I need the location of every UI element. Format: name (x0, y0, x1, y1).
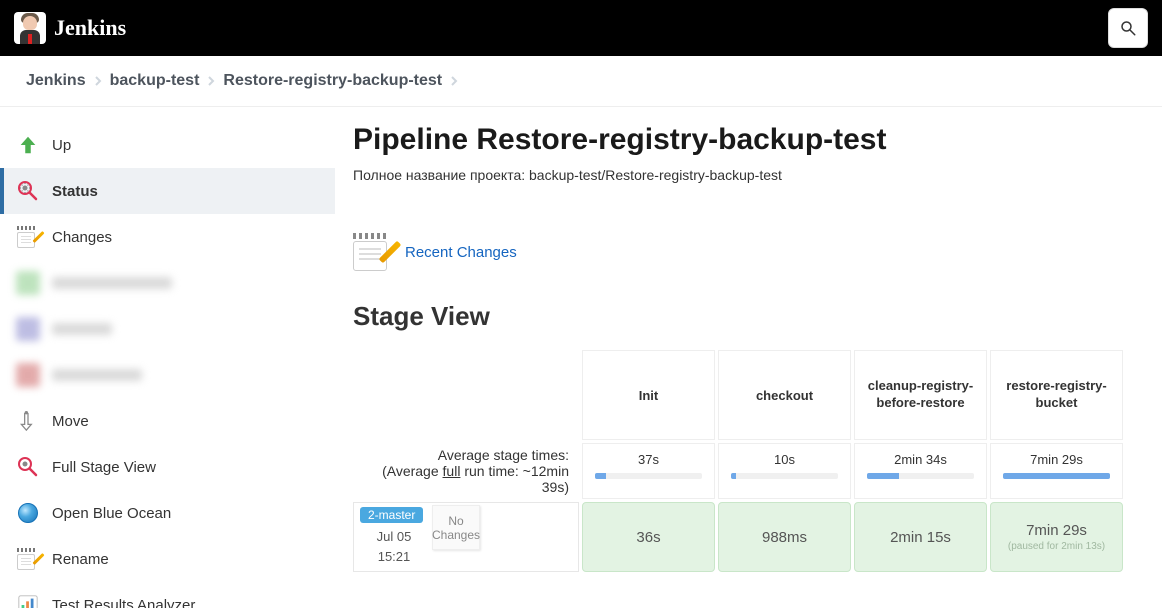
status-icon (16, 179, 40, 203)
build-time: 15:21 (364, 549, 424, 564)
move-icon (16, 409, 40, 433)
sidebar-item-label (52, 369, 142, 381)
stage-header-cleanup: cleanup-registry-before-restore (854, 350, 987, 440)
run-cell-cleanup[interactable]: 2min 15s (854, 502, 987, 572)
stage-avg-restore: 7min 29s (990, 443, 1123, 499)
stage-avg-init: 37s (582, 443, 715, 499)
sidebar-item-label: Move (52, 413, 89, 430)
search-icon (1119, 19, 1137, 37)
sidebar-item-up[interactable]: Up (0, 122, 335, 168)
analyzer-icon (16, 593, 40, 608)
sidebar-item-label: Open Blue Ocean (52, 505, 171, 522)
stage-view-title: Stage View (353, 301, 1150, 332)
main-content: Pipeline Restore-registry-backup-test По… (335, 107, 1162, 608)
sidebar-item-move[interactable]: Move (0, 398, 335, 444)
build-info-card[interactable]: 2-master Jul 05 15:21 No Changes (353, 502, 579, 572)
sidebar-item-label (52, 323, 112, 335)
hidden-icon (16, 317, 40, 341)
sidebar-item-test-results-analyzer[interactable]: Test Results Analyzer (0, 582, 335, 608)
hidden-icon (16, 271, 40, 295)
up-arrow-icon (16, 133, 40, 157)
run-cell-checkout[interactable]: 988ms (718, 502, 851, 572)
stage-avg-cleanup: 2min 34s (854, 443, 987, 499)
sidebar-item-hidden-2[interactable] (0, 306, 335, 352)
recent-changes-link[interactable]: Recent Changes (405, 244, 517, 261)
sidebar-item-label: Full Stage View (52, 459, 156, 476)
build-branch-badge: 2-master (360, 507, 423, 523)
breadcrumb: Jenkins backup-test Restore-registry-bac… (0, 56, 1162, 107)
build-date: Jul 05 (364, 529, 424, 544)
chevron-right-icon (94, 77, 102, 85)
sidebar-item-full-stage-view[interactable]: Full Stage View (0, 444, 335, 490)
search-button[interactable] (1108, 8, 1148, 48)
build-no-changes: No Changes (432, 505, 480, 550)
jenkins-logo-icon (14, 12, 46, 44)
stage-header-empty (353, 350, 579, 440)
sidebar-item-hidden-3[interactable] (0, 352, 335, 398)
brand-link[interactable]: Jenkins (14, 12, 126, 44)
sidebar: Up Status Changes Move Full Stage Vi (0, 107, 335, 608)
run-cell-init[interactable]: 36s (582, 502, 715, 572)
stage-view-grid: Init checkout cleanup-registry-before-re… (353, 350, 1150, 572)
stage-header-checkout: checkout (718, 350, 851, 440)
chevron-right-icon (450, 77, 458, 85)
changes-icon (16, 225, 40, 249)
hidden-icon (16, 363, 40, 387)
crumb-restore-registry[interactable]: Restore-registry-backup-test (221, 70, 444, 92)
sidebar-item-rename[interactable]: Rename (0, 536, 335, 582)
sidebar-item-label: Test Results Analyzer (52, 597, 195, 608)
blue-ocean-icon (16, 501, 40, 525)
sidebar-item-hidden-1[interactable] (0, 260, 335, 306)
stage-avg-checkout: 10s (718, 443, 851, 499)
sidebar-item-label (52, 277, 172, 289)
sidebar-item-label: Rename (52, 551, 109, 568)
page-title: Pipeline Restore-registry-backup-test (353, 123, 1150, 157)
sidebar-item-label: Changes (52, 229, 112, 246)
sidebar-item-status[interactable]: Status (0, 168, 335, 214)
average-times-label: Average stage times: (Average full run t… (353, 443, 579, 499)
stage-header-init: Init (582, 350, 715, 440)
full-stage-view-icon (16, 455, 40, 479)
recent-changes-row: Recent Changes (353, 233, 1150, 271)
sidebar-item-label: Up (52, 137, 71, 154)
crumb-jenkins[interactable]: Jenkins (24, 70, 88, 92)
sidebar-item-open-blue-ocean[interactable]: Open Blue Ocean (0, 490, 335, 536)
brand-name: Jenkins (54, 15, 126, 41)
content-area: Up Status Changes Move Full Stage Vi (0, 107, 1162, 608)
sidebar-item-label: Status (52, 183, 98, 200)
recent-changes-icon (353, 233, 391, 271)
project-fullname: Полное название проекта: backup-test/Res… (353, 167, 1150, 183)
run-cell-restore[interactable]: 7min 29s (paused for 2min 13s) (990, 502, 1123, 572)
crumb-backup-test[interactable]: backup-test (108, 70, 202, 92)
top-bar: Jenkins (0, 0, 1162, 56)
chevron-right-icon (207, 77, 215, 85)
sidebar-item-changes[interactable]: Changes (0, 214, 335, 260)
stage-header-restore: restore-registry-bucket (990, 350, 1123, 440)
rename-icon (16, 547, 40, 571)
